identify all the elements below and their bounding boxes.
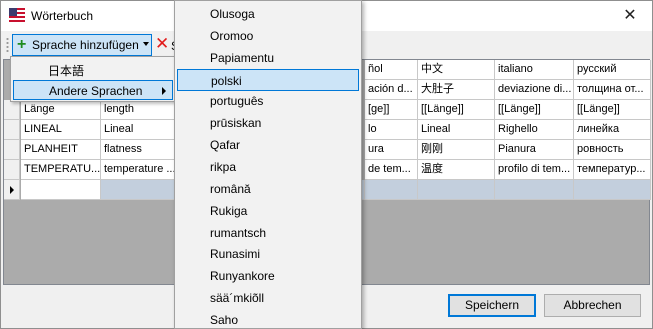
grid-cell[interactable]: Lineal (101, 120, 181, 140)
chevron-down-icon (143, 42, 149, 46)
dropdown-item-label: 日本語 (48, 64, 85, 78)
grid-cell[interactable]: [ge]] (365, 100, 418, 120)
submenu-item[interactable]: Olusoga (177, 3, 359, 25)
grid-cell[interactable]: Lineal (418, 120, 495, 140)
submenu-item[interactable]: sää´mkiõll (177, 287, 359, 309)
grid-cell[interactable]: length (101, 100, 181, 120)
grid-cell[interactable]: толщина от... (574, 80, 651, 100)
toolbar-grip[interactable] (6, 37, 9, 52)
window-title: Wörterbuch (31, 9, 94, 23)
submenu-item-label: Runasimi (210, 247, 261, 262)
submenu-item[interactable]: Runyankore (177, 265, 359, 287)
dropdown-item-label: Andere Sprachen (49, 84, 143, 98)
row-header[interactable] (4, 100, 20, 120)
grid-cell[interactable] (365, 180, 418, 200)
submenu-item[interactable]: prūsiskan (177, 112, 359, 134)
submenu-item[interactable]: română (177, 178, 359, 200)
submenu-item[interactable]: polski (177, 68, 359, 91)
grid-cell[interactable]: [[Länge]] (495, 100, 574, 120)
submenu-item-label: rumantsch (210, 225, 267, 240)
submenu-item-label: polski (211, 73, 242, 88)
row-header[interactable] (4, 180, 20, 200)
grid-cell[interactable]: flatness (101, 140, 181, 160)
flag-icon (9, 8, 25, 22)
submenu-item-label: rikpa (210, 159, 237, 174)
grid-cell[interactable]: ровность (574, 140, 651, 160)
submenu-item-label: Papiamentu (210, 50, 275, 65)
add-language-button[interactable]: + Sprache hinzufügen (12, 34, 152, 56)
grid-cell[interactable]: temperature ... (101, 160, 181, 180)
submenu-item[interactable]: português (177, 90, 359, 112)
close-button[interactable]: ✕ (608, 1, 652, 31)
add-language-label: Sprache hinzufügen (32, 38, 139, 52)
grid-cell[interactable]: ñol (365, 60, 418, 80)
submenu-item-label: Runyankore (210, 269, 275, 284)
submenu-item[interactable]: Papiamentu (177, 47, 359, 69)
grid-cell[interactable]: de tem... (365, 160, 418, 180)
chevron-right-icon (162, 87, 166, 95)
submenu-item[interactable]: Oromoo (177, 25, 359, 47)
grid-cell[interactable]: ación d... (365, 80, 418, 100)
dropdown-item-other-languages[interactable]: Andere Sprachen (13, 80, 173, 100)
submenu-item[interactable]: Saho (177, 309, 359, 329)
grid-cell[interactable]: deviazione di... (495, 80, 574, 100)
grid-cell[interactable]: 中文 (418, 60, 495, 80)
submenu-item-label: Saho (210, 312, 239, 327)
row-header[interactable] (4, 140, 20, 160)
plus-icon: + (17, 36, 27, 53)
grid-cell[interactable] (21, 180, 101, 200)
grid-cell[interactable]: profilo di tem... (495, 160, 574, 180)
grid-cell[interactable]: ura (365, 140, 418, 160)
grid-cell[interactable]: линейка (574, 120, 651, 140)
submenu-item-label: sää´mkiõll (210, 291, 265, 306)
remove-language-button[interactable]: ✕ S (154, 34, 179, 54)
grid-cell[interactable]: Länge (21, 100, 101, 120)
grid-cell[interactable]: PLANHEIT (21, 140, 101, 160)
row-header[interactable] (4, 160, 20, 180)
grid-cell[interactable]: italiano (495, 60, 574, 80)
submenu-item-label: română (210, 181, 251, 196)
current-row-icon (10, 186, 14, 194)
grid-cell[interactable]: Righello (495, 120, 574, 140)
grid-cell[interactable] (495, 180, 574, 200)
grid-cell[interactable]: lo (365, 120, 418, 140)
submenu-item[interactable]: Rukiga (177, 200, 359, 222)
submenu-item[interactable]: rumantsch (177, 222, 359, 244)
grid-cell[interactable]: 大肚子 (418, 80, 495, 100)
dropdown-item-japanese[interactable]: 日本語 (13, 59, 173, 79)
grid-cell[interactable]: 温度 (418, 160, 495, 180)
grid-cell[interactable] (574, 180, 651, 200)
cancel-button[interactable]: Abbrechen (544, 294, 641, 317)
grid-cell[interactable]: [[Länge]] (418, 100, 495, 120)
grid-cell[interactable]: русский (574, 60, 651, 80)
submenu-item-label: prūsiskan (210, 116, 262, 131)
submenu-item[interactable]: Qafar (177, 134, 359, 156)
delete-icon: ✕ (155, 34, 170, 53)
submenu-item-label: Rukiga (210, 203, 248, 218)
grid-cell[interactable]: 刚刚 (418, 140, 495, 160)
submenu-item[interactable]: Runasimi (177, 243, 359, 265)
close-icon: ✕ (623, 7, 637, 24)
other-languages-submenu: Olusoga Oromoo Papiamentu polski português pr… (174, 0, 362, 329)
grid-cell[interactable]: [[Länge]] (574, 100, 651, 120)
submenu-item-label: Oromoo (210, 28, 254, 43)
add-language-dropdown: 日本語 Andere Sprachen (10, 56, 176, 102)
grid-cell[interactable]: LINEAL (21, 120, 101, 140)
submenu-item-label: português (210, 94, 264, 109)
save-button[interactable]: Speichern (448, 294, 536, 317)
submenu-item-label: Qafar (210, 138, 241, 153)
grid-cell[interactable]: температур... (574, 160, 651, 180)
grid-cell[interactable]: TEMPERATU... (21, 160, 101, 180)
row-header[interactable] (4, 120, 20, 140)
grid-cell[interactable] (418, 180, 495, 200)
submenu-item-label: Olusoga (210, 7, 255, 21)
submenu-item[interactable]: rikpa (177, 156, 359, 178)
grid-cell[interactable]: Pianura (495, 140, 574, 160)
